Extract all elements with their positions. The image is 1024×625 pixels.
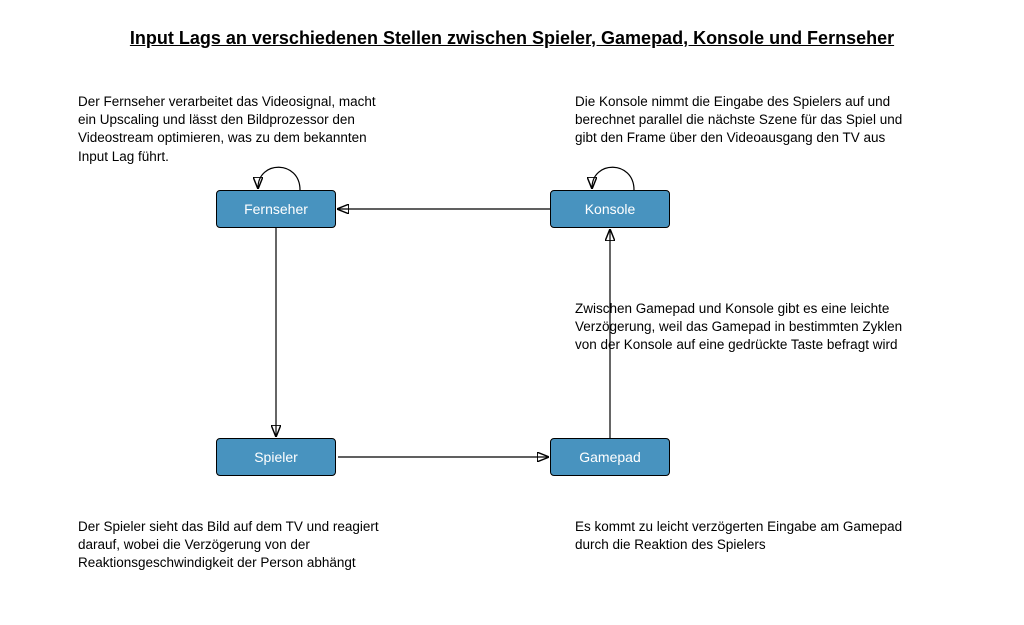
node-fernseher: Fernseher <box>216 190 336 228</box>
caption-konsole: Die Konsole nimmt die Eingabe des Spiele… <box>575 93 925 148</box>
self-loop-fernseher <box>258 167 300 190</box>
self-loop-konsole <box>592 167 634 190</box>
caption-gamepad-konsole: Zwischen Gamepad und Konsole gibt es ein… <box>575 300 925 355</box>
node-gamepad: Gamepad <box>550 438 670 476</box>
caption-gamepad: Es kommt zu leicht verzögerten Eingabe a… <box>575 518 905 554</box>
caption-fernseher: Der Fernseher verarbeitet das Videosigna… <box>78 93 388 166</box>
diagram-title: Input Lags an verschiedenen Stellen zwis… <box>0 28 1024 49</box>
node-spieler: Spieler <box>216 438 336 476</box>
caption-spieler: Der Spieler sieht das Bild auf dem TV un… <box>78 518 418 573</box>
node-konsole: Konsole <box>550 190 670 228</box>
